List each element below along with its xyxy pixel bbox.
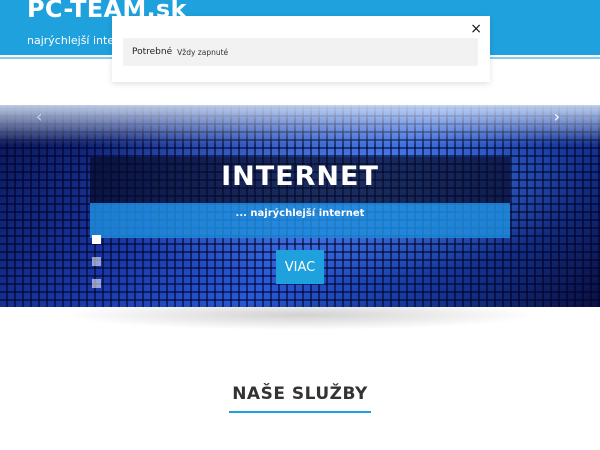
more-button[interactable]: VIAC xyxy=(276,250,324,284)
slider-dot-2[interactable] xyxy=(92,257,101,266)
close-icon[interactable]: × xyxy=(470,22,482,36)
cookie-category-label: Potrebné xyxy=(132,47,173,57)
slider-dot-1[interactable] xyxy=(92,235,101,244)
hero-slider: ‹ › INTERNET ... najrýchlejší internet V… xyxy=(0,105,600,307)
services-heading: NAŠE SLUŽBY xyxy=(232,384,368,404)
page: PC-TEAM.sk najrýchlejší internet ‹ › INT… xyxy=(0,0,600,450)
cookie-category-necessary[interactable]: Potrebné Vždy zapnuté xyxy=(123,38,478,66)
hero-title: INTERNET xyxy=(221,161,379,192)
cookie-category-state: Vždy zapnuté xyxy=(177,47,229,57)
slider-prev-icon[interactable]: ‹ xyxy=(36,107,42,126)
slider-dots xyxy=(92,235,102,301)
cookie-modal: × Potrebné Vždy zapnuté xyxy=(112,16,490,82)
hero-subtitle: ... najrýchlejší internet xyxy=(235,208,365,219)
slider-next-icon[interactable]: › xyxy=(554,107,560,126)
services-underline xyxy=(229,411,371,413)
slider-dot-3[interactable] xyxy=(92,279,101,288)
hero-glow xyxy=(0,105,600,145)
hero-shadow xyxy=(60,300,540,330)
